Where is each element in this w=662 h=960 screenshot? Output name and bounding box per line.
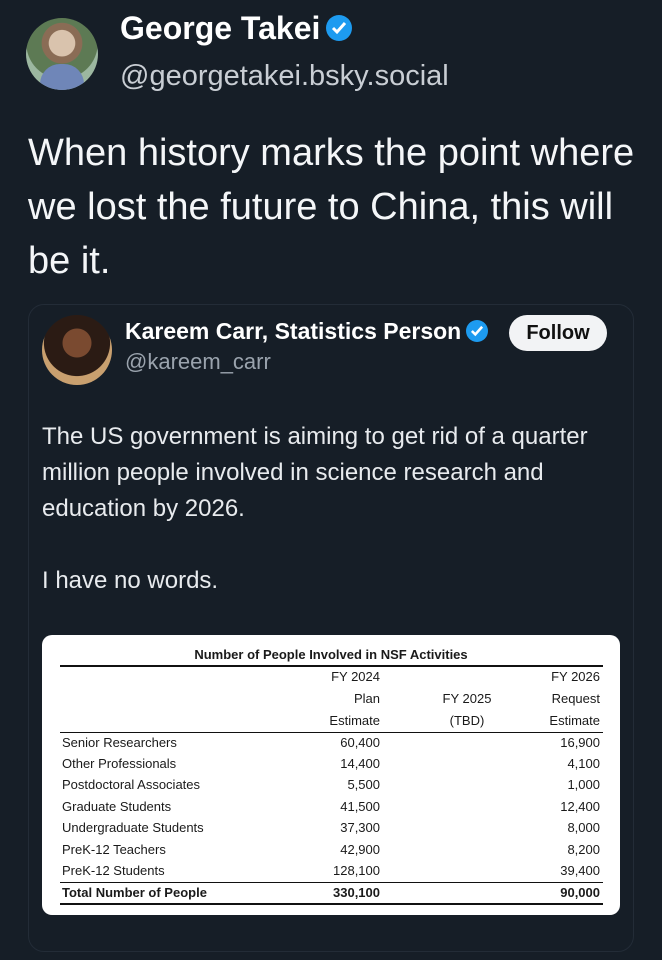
header-fy2024-2: Plan [353,691,380,706]
cell-fy2024: 37,300 [340,820,380,835]
post-avatar[interactable] [26,18,98,90]
post-author[interactable]: George Takei [120,10,353,47]
verified-badge-icon [466,319,489,342]
total-fy2026: 90,000 [560,885,600,900]
total-label: Total Number of People [62,885,207,900]
header-fy2026-3: Estimate [549,713,600,728]
table-rule [60,903,603,905]
header-fy2024-3: Estimate [329,713,380,728]
table-rule [60,665,603,667]
row-label: Postdoctoral Associates [62,777,201,792]
header-fy2024-1: FY 2024 [331,669,380,684]
cell-fy2024: 128,100 [333,863,380,878]
quote-author-name: Kareem Carr, Statistics Person [125,318,462,344]
row-label: PreK-12 Students [62,863,165,878]
cell-fy2026: 16,900 [560,735,600,750]
cell-fy2026: 12,400 [560,799,600,814]
cell-fy2026: 4,100 [567,756,600,771]
cell-fy2024: 60,400 [340,735,380,750]
header-fy2026-1: FY 2026 [551,669,600,684]
post-text: When history marks the point where we lo… [28,132,635,282]
quote-text: The US government is aiming to get rid o… [42,419,602,599]
quoted-post[interactable]: Kareem Carr, Statistics Person @kareem_c… [28,304,634,952]
quote-author[interactable]: Kareem Carr, Statistics Person [125,318,489,345]
quote-handle[interactable]: @kareem_carr [125,349,271,375]
quote-text-paragraph: I have no words. [42,567,219,594]
quote-avatar[interactable] [42,315,112,385]
row-label: Other Professionals [62,756,177,771]
post-handle[interactable]: @georgetakei.bsky.social [120,60,449,93]
header-fy2025-2: (TBD) [449,713,485,728]
header-fy2026-2: Request [551,691,600,706]
row-label: Graduate Students [62,799,172,814]
quote-text-paragraph: The US government is aiming to get rid o… [42,423,588,522]
cell-fy2026: 1,000 [567,777,600,792]
row-label: PreK-12 Teachers [62,842,166,857]
cell-fy2024: 14,400 [340,756,380,771]
post-author-name: George Takei [120,10,321,46]
table-rule [60,732,603,733]
cell-fy2024: 5,500 [347,777,380,792]
follow-button[interactable]: Follow [509,315,607,351]
verified-badge-icon [326,14,353,41]
row-label: Undergraduate Students [62,820,204,835]
cell-fy2024: 41,500 [340,799,380,814]
header-fy2025-1: FY 2025 [442,691,492,706]
cell-fy2024: 42,900 [340,842,380,857]
row-label: Senior Researchers [62,735,177,750]
cell-fy2026: 8,000 [567,820,600,835]
total-fy2024: 330,100 [333,885,380,900]
cell-fy2026: 8,200 [567,842,600,857]
table-rule [60,882,603,883]
nsf-table-image[interactable]: Number of People Involved in NSF Activit… [42,635,620,915]
table-title: Number of People Involved in NSF Activit… [194,647,468,662]
cell-fy2026: 39,400 [560,863,600,878]
